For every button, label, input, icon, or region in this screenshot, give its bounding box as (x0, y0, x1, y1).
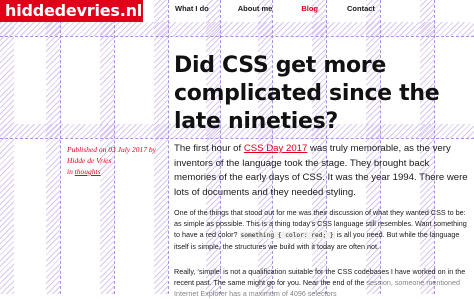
css-day-link[interactable]: CSS Day 2017 (244, 143, 307, 154)
grid-row-gutter (0, 22, 474, 36)
article-title: Did CSS get more complicated since the l… (174, 53, 440, 134)
grid-gutter (46, 0, 60, 294)
article-lead-paragraph: The first hour of CSS Day 2017 was truly… (174, 143, 468, 198)
site-logo[interactable]: hiddedevries.nl (0, 0, 143, 22)
article-meta: Published on 03 July 2017 by Hidde de Vr… (67, 144, 159, 177)
category-link[interactable]: thoughts (75, 167, 101, 176)
category-prefix: in (67, 167, 75, 176)
nav-item-blog[interactable]: Blog (301, 4, 318, 13)
article-paragraph: Really, ‘simple’ is not a qualification … (174, 267, 466, 298)
published-info: Published on 03 July 2017 by Hidde de Vr… (67, 145, 156, 165)
main-nav: What I do About me Blog Contact (175, 4, 404, 13)
nav-item-what-i-do[interactable]: What I do (175, 4, 209, 13)
grid-gutter (0, 0, 14, 294)
nav-item-about-me[interactable]: About me (238, 4, 273, 13)
inline-code: something { color: red; } (239, 232, 335, 239)
nav-item-contact[interactable]: Contact (347, 4, 375, 13)
article-paragraph: One of the things that stood out for me … (174, 208, 467, 251)
